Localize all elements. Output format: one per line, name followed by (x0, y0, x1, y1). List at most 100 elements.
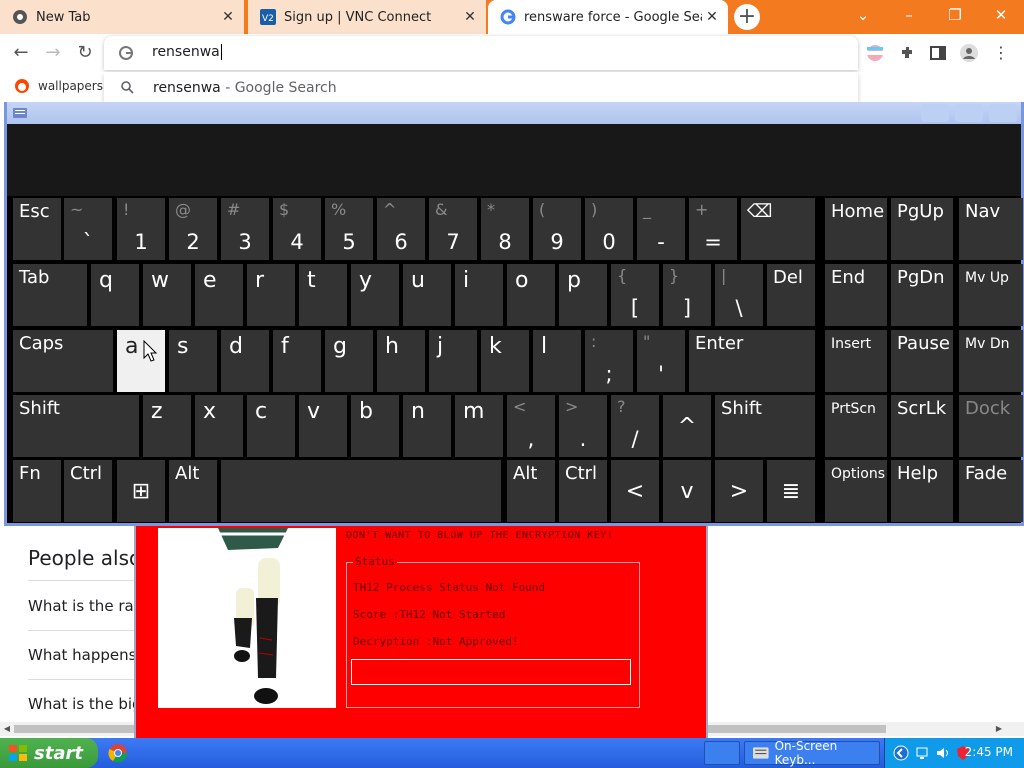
tab-search-icon[interactable]: ⌄ (840, 0, 886, 30)
key-i[interactable]: i (455, 264, 503, 326)
key-scrlk[interactable]: ScrLk (891, 395, 953, 457)
bookmark-wallpapers[interactable]: wallpapers (14, 78, 103, 94)
key-insert[interactable]: Insert (825, 330, 887, 392)
forward-icon[interactable]: → (40, 40, 66, 66)
chrome-taskbar-icon[interactable] (108, 743, 128, 763)
key-shift[interactable]: Shift (715, 395, 815, 457)
key-prtscn[interactable]: PrtScn (825, 395, 887, 457)
taskbar-item-osk[interactable]: On-Screen Keyb... (744, 739, 880, 767)
tray-expand-icon[interactable] (893, 745, 909, 761)
key-,[interactable]: <, (507, 395, 555, 457)
key-space[interactable] (221, 460, 501, 522)
key-enter[interactable]: Enter (689, 330, 815, 392)
key-j[interactable]: j (429, 330, 477, 392)
key-[[interactable]: {[ (611, 264, 659, 326)
key-.[interactable]: >. (559, 395, 607, 457)
key-1[interactable]: ! 1 (117, 198, 165, 260)
key-4[interactable]: $4 (273, 198, 321, 260)
question-item[interactable]: What happens (28, 646, 136, 664)
question-item[interactable]: What is the rar (28, 597, 140, 615)
key-⌫[interactable]: ⌫ (741, 198, 815, 260)
reload-icon[interactable]: ↻ (72, 40, 98, 66)
network-icon[interactable] (915, 745, 931, 761)
new-tab-button[interactable]: + (734, 4, 760, 30)
key-symbol[interactable]: < (611, 460, 659, 522)
key-t[interactable]: t (299, 264, 347, 326)
tab-vnc-connect[interactable]: V2 Sign up | VNC Connect ✕ (248, 0, 486, 34)
key-ctrl[interactable]: Ctrl (559, 460, 607, 522)
key-fn[interactable]: Fn (13, 460, 61, 522)
key-mv-up[interactable]: Mv Up (959, 264, 1023, 326)
key-o[interactable]: o (507, 264, 555, 326)
extensions-icon[interactable] (896, 42, 918, 64)
key-esc[interactable]: Esc (13, 198, 61, 260)
key-8[interactable]: * 8 (481, 198, 529, 260)
start-button[interactable]: start (0, 738, 98, 768)
key-s[interactable]: s (169, 330, 217, 392)
key-3[interactable]: #3 (221, 198, 269, 260)
key-symbol[interactable]: > (715, 460, 763, 522)
key-9[interactable]: (9 (533, 198, 581, 260)
key-c[interactable]: c (247, 395, 295, 457)
key-ctrl[interactable]: Ctrl (64, 460, 112, 522)
key-][interactable]: }] (663, 264, 711, 326)
profile-avatar-icon[interactable] (958, 42, 980, 64)
taskbar-item-hidden[interactable] (704, 741, 740, 765)
osk-maximize-icon[interactable] (955, 104, 983, 122)
profile-flag-icon[interactable] (864, 42, 886, 64)
key-symbol[interactable]: ≣ (767, 460, 815, 522)
key-help[interactable]: Help (891, 460, 953, 522)
key-2[interactable]: @2 (169, 198, 217, 260)
key-symbol[interactable]: ^ (663, 395, 711, 457)
key-e[interactable]: e (195, 264, 243, 326)
minimize-icon[interactable]: – (886, 0, 932, 30)
key-tab[interactable]: Tab (13, 264, 87, 326)
key-options[interactable]: Options (825, 460, 887, 522)
key-n[interactable]: n (403, 395, 451, 457)
key-u[interactable]: u (403, 264, 451, 326)
key-=[interactable]: + = (689, 198, 737, 260)
key-caps[interactable]: Caps (13, 330, 113, 392)
key-0[interactable]: ) 0 (585, 198, 633, 260)
key-v[interactable]: v (299, 395, 347, 457)
question-item[interactable]: What is the big (28, 695, 142, 713)
key-symbol[interactable]: v (663, 460, 711, 522)
tab-new-tab[interactable]: New Tab ✕ (0, 0, 244, 34)
key-pgdn[interactable]: PgDn (891, 264, 953, 326)
key-alt[interactable]: Alt (169, 460, 217, 522)
key-dock[interactable]: Dock (959, 395, 1023, 457)
key-k[interactable]: k (481, 330, 529, 392)
volume-icon[interactable] (935, 745, 951, 761)
omnibox-suggestion[interactable]: rensenwa - Google Search (104, 72, 858, 102)
osk-title-bar[interactable] (7, 102, 1021, 124)
key--[interactable]: _ - (637, 198, 685, 260)
key-x[interactable]: x (195, 395, 243, 457)
key-p[interactable]: p (559, 264, 607, 326)
key-g[interactable]: g (325, 330, 373, 392)
key-nav[interactable]: Nav (959, 198, 1023, 260)
key-a[interactable]: a (117, 330, 165, 392)
key-pgup[interactable]: PgUp (891, 198, 953, 260)
key-b[interactable]: b (351, 395, 399, 457)
tab-close-icon[interactable]: ✕ (460, 9, 480, 25)
key-z[interactable]: z (143, 395, 191, 457)
key-alt[interactable]: Alt (507, 460, 555, 522)
key-home[interactable]: Home (825, 198, 887, 260)
key-f[interactable]: f (273, 330, 321, 392)
restore-icon[interactable]: ❐ (932, 0, 978, 30)
key-end[interactable]: End (825, 264, 887, 326)
address-bar[interactable]: rensenwa (104, 36, 858, 70)
osk-close-icon[interactable] (989, 104, 1017, 122)
address-input[interactable]: rensenwa (152, 44, 222, 60)
key-7[interactable]: & 7 (429, 198, 477, 260)
key-5[interactable]: % 5 (325, 198, 373, 260)
key-m[interactable]: m (455, 395, 503, 457)
key-shift[interactable]: Shift (13, 395, 139, 457)
key-l[interactable]: l (533, 330, 581, 392)
key-\[interactable]: | \ (715, 264, 763, 326)
tab-close-icon[interactable]: ✕ (702, 9, 722, 25)
menu-kebab-icon[interactable]: ⋮ (990, 42, 1012, 64)
key-`[interactable]: ~ ` (64, 198, 112, 260)
key-6[interactable]: ^ 6 (377, 198, 425, 260)
close-icon[interactable]: ✕ (978, 0, 1024, 30)
